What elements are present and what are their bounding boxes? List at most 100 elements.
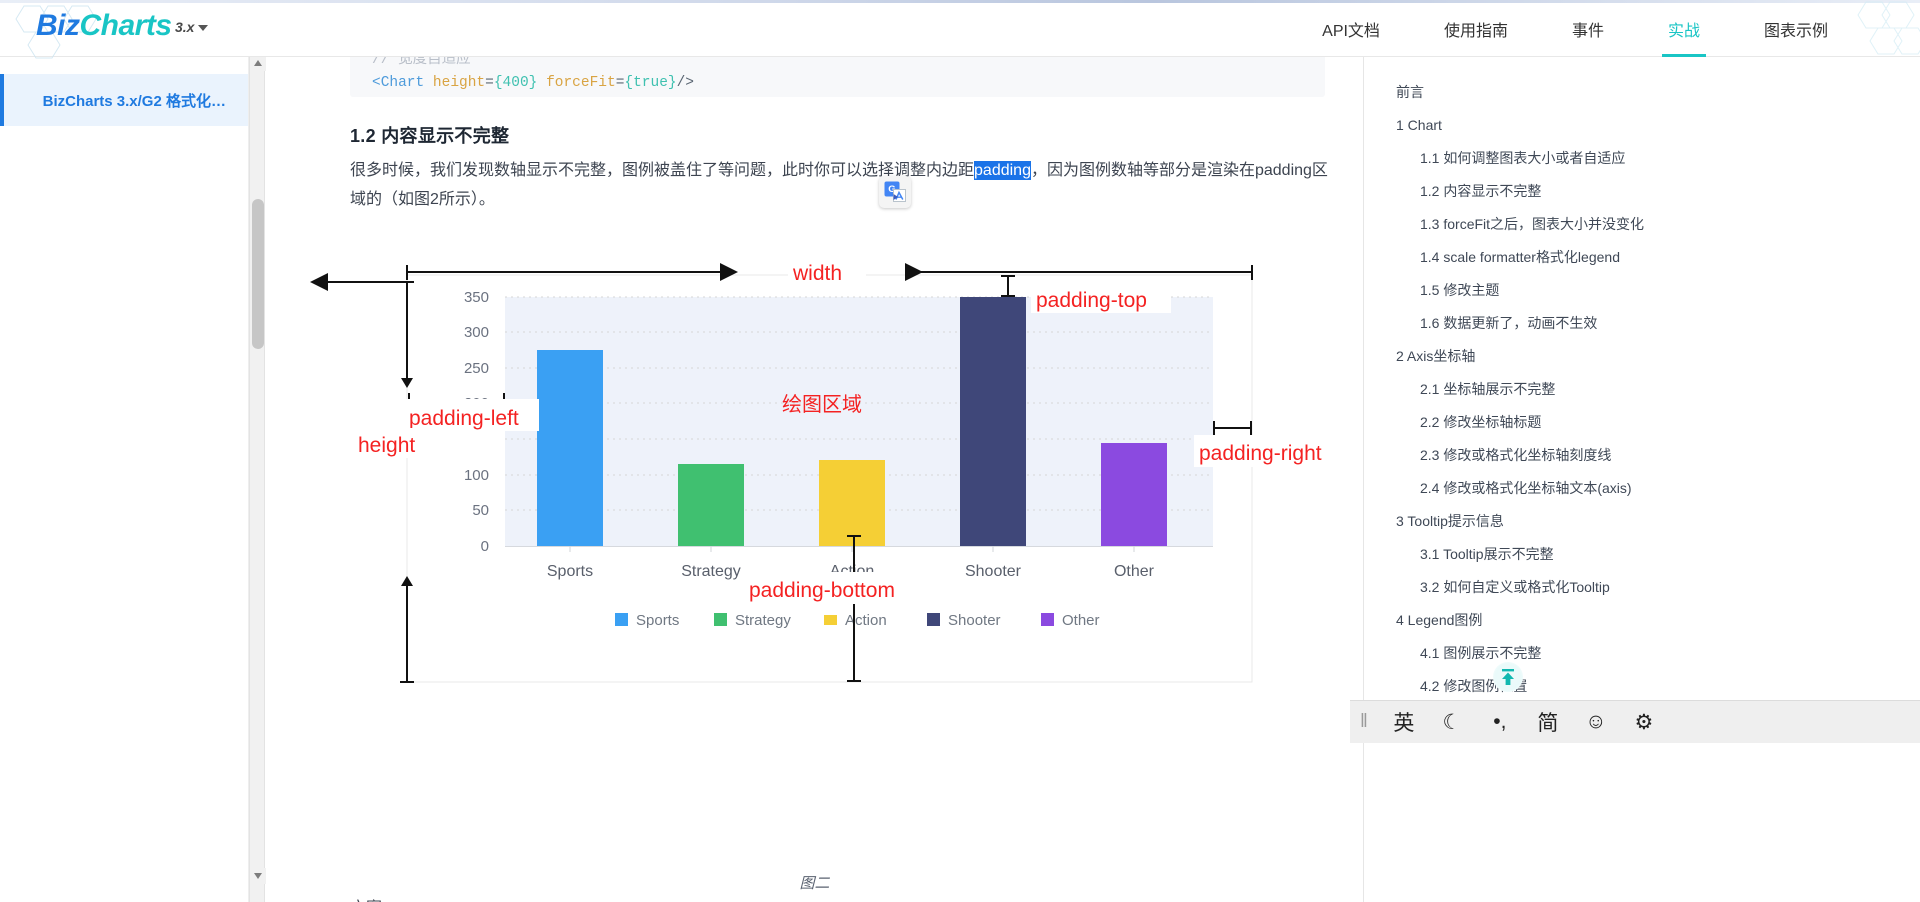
- toc-item-1-1[interactable]: 1.1 如何调整图表大小或者自适应: [1396, 142, 1920, 175]
- sidebar-item-label: BizCharts 3.x/G2 格式化…: [42, 92, 226, 110]
- nav-item-chart-examples[interactable]: 图表示例: [1732, 0, 1860, 57]
- toc-item-3-1[interactable]: 3.1 Tooltip展示不完整: [1396, 538, 1920, 571]
- ime-settings-icon[interactable]: ⚙: [1632, 708, 1656, 736]
- toc-item-1-chart[interactable]: 1 Chart: [1396, 109, 1920, 142]
- scrollbar-up-arrow[interactable]: [250, 55, 266, 71]
- toc-item-1-5[interactable]: 1.5 修改主题: [1396, 274, 1920, 307]
- svg-text:Strategy: Strategy: [681, 563, 741, 580]
- section-heading: 1.2 内容显示不完整: [350, 126, 510, 146]
- annotated-chart-figure: 350 300 250 200 100 50 0: [266, 232, 1363, 902]
- toc-item-3-tooltip[interactable]: 3 Tooltip提示信息: [1396, 505, 1920, 538]
- version-selector[interactable]: 3.x: [175, 19, 209, 35]
- annotation-label-plot-area: 绘图区域: [782, 393, 862, 416]
- toc-list: 前言 1 Chart 1.1 如何调整图表大小或者自适应 1.2 内容显示不完整…: [1396, 76, 1920, 703]
- toc-item-2-axis[interactable]: 2 Axis坐标轴: [1396, 340, 1920, 373]
- legend-label-sports[interactable]: Sports: [636, 612, 679, 629]
- bar-other[interactable]: [1101, 443, 1167, 546]
- annotation-label-padding-left: padding-left: [409, 407, 519, 430]
- figure-caption: 图二: [799, 875, 830, 892]
- toc-item-4-1[interactable]: 4.1 图例展示不完整: [1396, 637, 1920, 670]
- nav-label: 事件: [1571, 22, 1604, 40]
- scrollbar-down-arrow[interactable]: [250, 868, 266, 884]
- legend-label-strategy[interactable]: Strategy: [735, 612, 791, 629]
- google-translate-icon[interactable]: G: [879, 176, 911, 208]
- bar-strategy[interactable]: [678, 464, 744, 546]
- brand-logo-biz: Biz: [36, 9, 80, 42]
- nav-item-events[interactable]: 事件: [1540, 0, 1636, 57]
- version-selector-label: 3.x: [175, 19, 195, 35]
- google-translate-glyph: G: [884, 181, 906, 202]
- nav-label: 图表示例: [1763, 22, 1828, 40]
- content-scrollbar[interactable]: [249, 49, 266, 902]
- bar-action[interactable]: [819, 460, 885, 546]
- svg-text:100: 100: [464, 467, 489, 484]
- toc-item-2-2[interactable]: 2.2 修改坐标轴标题: [1396, 406, 1920, 439]
- svg-text:250: 250: [464, 360, 489, 377]
- sidebar-item-bizcharts-format[interactable]: BizCharts 3.x/G2 格式化…: [0, 74, 248, 126]
- toc-item-2-1[interactable]: 2.1 坐标轴展示不完整: [1396, 373, 1920, 406]
- annotation-label-padding-right: padding-right: [1199, 442, 1322, 465]
- toc-item-4-2[interactable]: 4.2 修改图例位置: [1396, 670, 1920, 703]
- ime-lang-english[interactable]: 英: [1392, 708, 1416, 736]
- scheme-label: 方案：: [350, 894, 398, 902]
- annotation-label-padding-top: padding-top: [1036, 289, 1147, 312]
- ime-emoji-icon[interactable]: ☺: [1584, 708, 1608, 736]
- chevron-down-icon: [198, 25, 209, 31]
- legend-swatch-other[interactable]: [1041, 613, 1054, 626]
- annotation-height: [310, 273, 414, 683]
- annotation-label-padding-bottom: padding-bottom: [749, 579, 895, 602]
- code-value-forcefit: {true}: [624, 75, 677, 91]
- toc-item-2-3[interactable]: 2.3 修改或格式化坐标轴刻度线: [1396, 439, 1920, 472]
- code-attr-forcefit: forceFit: [546, 75, 616, 91]
- annotation-label-height: height: [358, 434, 415, 457]
- nav-label: API文档: [1322, 22, 1380, 40]
- scrollbar-thumb[interactable]: [252, 199, 264, 349]
- nav-item-api-docs[interactable]: API文档: [1290, 0, 1412, 57]
- table-of-contents: 前言 1 Chart 1.1 如何调整图表大小或者自适应 1.2 内容显示不完整…: [1363, 49, 1920, 902]
- legend-swatch-sports[interactable]: [615, 613, 628, 626]
- ime-punctuation-icon[interactable]: •,: [1488, 708, 1512, 736]
- triangle-down-icon: [254, 873, 262, 879]
- svg-text:300: 300: [464, 324, 489, 341]
- legend-swatch-action[interactable]: [824, 615, 837, 625]
- left-sidebar: BizCharts 3.x/G2 格式化…: [0, 57, 249, 902]
- back-to-top-button[interactable]: [1493, 662, 1523, 692]
- toc-item-4-legend[interactable]: 4 Legend图例: [1396, 604, 1920, 637]
- legend-label-action[interactable]: Action: [845, 612, 887, 629]
- brand-logo[interactable]: BizCharts: [36, 9, 172, 43]
- legend-swatch-strategy[interactable]: [714, 613, 727, 626]
- triangle-up-icon: [254, 60, 262, 66]
- ime-moon-icon[interactable]: ☾: [1440, 708, 1464, 736]
- nav-item-practice[interactable]: 实战: [1636, 0, 1732, 57]
- brand-logo-charts: Charts: [79, 9, 173, 42]
- svg-text:Other: Other: [1114, 563, 1155, 580]
- toc-item-1-6[interactable]: 1.6 数据更新了，动画不生效: [1396, 307, 1920, 340]
- legend-label-other[interactable]: Other: [1062, 612, 1100, 629]
- arrow-up-icon: [1502, 669, 1514, 685]
- legend-swatch-shooter[interactable]: [927, 613, 940, 626]
- selected-text-padding[interactable]: padding: [974, 161, 1031, 180]
- toc-item-1-2[interactable]: 1.2 内容显示不完整: [1396, 175, 1920, 208]
- toc-item-preface[interactable]: 前言: [1396, 76, 1920, 109]
- legend-label-shooter[interactable]: Shooter: [948, 612, 1001, 629]
- ime-simplified-chinese[interactable]: 简: [1536, 708, 1560, 736]
- toc-item-1-3[interactable]: 1.3 forceFit之后，图表大小并没变化: [1396, 208, 1920, 241]
- svg-text:0: 0: [481, 538, 489, 555]
- toc-item-3-2[interactable]: 3.2 如何自定义或格式化Tooltip: [1396, 571, 1920, 604]
- nav-item-usage-guide[interactable]: 使用指南: [1412, 0, 1540, 57]
- ime-toolbar: ‖ 英 ☾ •, 简 ☺ ⚙: [1350, 700, 1920, 743]
- code-value-height: {400}: [493, 75, 538, 91]
- bar-sports[interactable]: [537, 350, 603, 546]
- app-header: BizCharts 3.x API文档 使用指南 事件 实战 图表示例: [0, 0, 1920, 59]
- toc-item-1-4[interactable]: 1.4 scale formatter格式化legend: [1396, 241, 1920, 274]
- main-navigation: API文档 使用指南 事件 实战 图表示例: [1290, 0, 1860, 57]
- chart-svg: 350 300 250 200 100 50 0: [310, 257, 1346, 683]
- toc-item-2-4[interactable]: 2.4 修改或格式化坐标轴文本(axis): [1396, 472, 1920, 505]
- section-paragraph: 很多时候，我们发现数轴显示不完整，图例被盖住了等问题，此时你可以选择调整内边距p…: [350, 156, 1340, 214]
- svg-text:350: 350: [464, 289, 489, 306]
- ime-separator[interactable]: ‖: [1360, 711, 1368, 733]
- bar-shooter[interactable]: [960, 297, 1026, 546]
- document-content: // 宽度自适应 <Chart height={400} forceFit={t…: [266, 49, 1363, 902]
- code-tag: <Chart: [372, 75, 425, 91]
- nav-label: 实战: [1667, 22, 1700, 40]
